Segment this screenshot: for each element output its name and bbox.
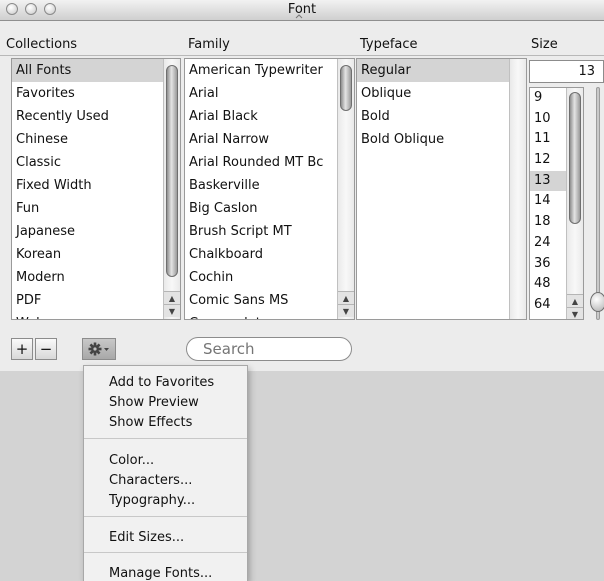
menu-item-color[interactable]: Color... [109,453,154,468]
collection-item[interactable]: Recently Used [12,105,180,128]
menu-item-edit-sizes[interactable]: Edit Sizes... [109,530,184,545]
typeface-item[interactable]: Bold [357,105,526,128]
menu-item-typography[interactable]: Typography... [109,493,195,508]
family-item[interactable]: Arial Narrow [185,128,354,151]
scroll-down-arrow-icon[interactable]: ▼ [338,304,354,317]
family-item[interactable]: Brush Script MT [185,220,354,243]
typeface-item[interactable]: Oblique [357,82,526,105]
family-header: Family [188,37,230,52]
menu-separator [84,516,247,517]
action-menu: Add to Favorites Show Preview Show Effec… [83,365,248,581]
size-list[interactable]: 9 10 11 12 13 14 18 24 36 48 64 ▲ ▼ [529,87,584,320]
typeface-list[interactable]: Regular Oblique Bold Bold Oblique [356,58,527,320]
menu-separator [84,552,247,553]
family-item[interactable]: Big Caslon [185,197,354,220]
action-menu-button[interactable] [82,338,116,360]
gear-icon [88,342,109,355]
typeface-item[interactable]: Bold Oblique [357,128,526,151]
collection-item[interactable]: Modern [12,266,180,289]
menu-item-characters[interactable]: Characters... [109,473,192,488]
scroll-thumb[interactable] [166,65,178,277]
menu-item-show-effects[interactable]: Show Effects [109,415,192,430]
family-item[interactable]: Arial Rounded MT Bc [185,151,354,174]
family-item[interactable]: Comic Sans MS [185,289,354,312]
family-item[interactable]: Cochin [185,266,354,289]
size-field[interactable]: 13 [529,60,604,83]
collection-item[interactable]: Japanese [12,220,180,243]
menu-item-add-to-favorites[interactable]: Add to Favorites [109,375,214,390]
title-bar: Font [0,0,604,21]
collection-item[interactable]: Fun [12,197,180,220]
family-scrollbar[interactable]: ▲ ▼ [337,59,354,319]
size-header: Size [531,37,558,52]
family-item[interactable]: Arial Black [185,105,354,128]
scroll-up-arrow-icon[interactable]: ▲ [338,291,354,304]
collection-item[interactable]: Chinese [12,128,180,151]
collections-header: Collections [6,37,78,52]
remove-collection-button[interactable]: − [35,338,57,360]
family-item[interactable]: Chalkboard [185,243,354,266]
collections-scrollbar[interactable]: ▲ ▼ [163,59,180,319]
menu-item-manage-fonts[interactable]: Manage Fonts... [109,566,212,581]
typeface-header: Typeface [360,37,418,52]
collection-item[interactable]: Favorites [12,82,180,105]
search-input[interactable] [186,337,352,361]
family-item[interactable]: Baskerville [185,174,354,197]
family-item[interactable]: American Typewriter [185,59,354,82]
menu-separator [84,438,247,439]
collection-item[interactable]: Fixed Width [12,174,180,197]
collection-item[interactable]: Web [12,312,180,319]
scroll-up-arrow-icon[interactable]: ▲ [567,294,583,307]
collection-item[interactable]: Classic [12,151,180,174]
size-slider-track[interactable] [596,87,600,320]
scroll-thumb[interactable] [340,65,352,111]
collection-item[interactable]: Korean [12,243,180,266]
scroll-thumb[interactable] [569,92,581,224]
family-list[interactable]: American Typewriter Arial Arial Black Ar… [184,58,355,320]
add-collection-button[interactable]: + [11,338,33,360]
collection-item[interactable]: PDF [12,289,180,312]
scroll-down-arrow-icon[interactable]: ▼ [164,304,180,317]
scroll-up-arrow-icon[interactable]: ▲ [164,291,180,304]
size-scrollbar[interactable]: ▲ ▼ [566,88,583,319]
header-divider [0,55,604,56]
resize-grip-icon [295,14,303,19]
typeface-item[interactable]: Regular [357,59,526,82]
scroll-down-arrow-icon[interactable]: ▼ [567,307,583,319]
typeface-scrollbar[interactable] [509,59,526,319]
menu-item-show-preview[interactable]: Show Preview [109,395,199,410]
family-item[interactable]: Copperplate [185,312,354,319]
family-item[interactable]: Arial [185,82,354,105]
collections-list[interactable]: All Fonts Favorites Recently Used Chines… [11,58,181,320]
collection-item[interactable]: All Fonts [12,59,180,82]
size-slider-knob[interactable] [590,292,604,312]
